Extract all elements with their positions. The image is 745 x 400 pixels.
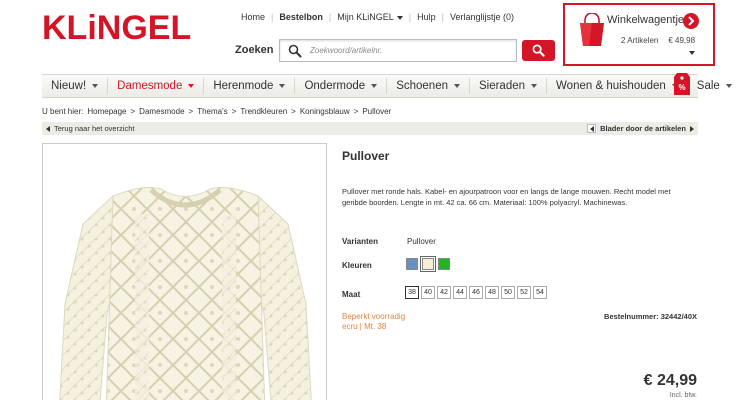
breadcrumb-separator: > — [231, 107, 237, 116]
shopping-cart-box[interactable]: Winkelwagentje 2 Artikelen € 49,98 — [563, 3, 715, 66]
size-option[interactable]: 52 — [517, 286, 531, 299]
nav-item-schoenen[interactable]: Schoenen — [387, 78, 470, 94]
link-home[interactable]: Home — [235, 12, 271, 22]
chevron-down-icon — [92, 84, 99, 88]
link-bestelbon[interactable]: Bestelbon — [273, 12, 329, 22]
shopping-bag-icon — [580, 13, 604, 46]
klingel-logo[interactable]: KLiNGEL — [42, 10, 191, 46]
chevron-right-icon — [688, 16, 695, 26]
browse-label: Blader door de artikelen — [600, 124, 686, 133]
top-links: Home | Bestelbon | Mijn KLiNGEL | Hulp |… — [235, 12, 520, 22]
nav-item-label: Nieuw! — [51, 80, 87, 92]
cart-go-button[interactable] — [683, 13, 699, 29]
breadcrumb-separator: > — [130, 107, 136, 116]
vat-note: Incl. btw. — [669, 392, 697, 399]
selected-variant: ecru | Mt. 38 — [342, 322, 387, 331]
breadcrumb-item[interactable]: Damesmode — [139, 107, 184, 116]
search-icon — [288, 44, 302, 58]
nav-item-label: Sale — [696, 80, 720, 92]
product-image-frame[interactable] — [42, 143, 327, 400]
nav-item-wonen-huishouden[interactable]: Wonen & huishouden — [547, 78, 688, 94]
product-description: Pullover met ronde hals. Kabel- en ajour… — [342, 187, 671, 207]
variants-label: Varianten — [342, 237, 379, 246]
cart-summary: 2 Artikelen € 49,98 — [621, 36, 705, 45]
search-box[interactable] — [279, 39, 517, 62]
search-label: Zoeken — [235, 44, 274, 56]
cart-total: € 49,98 — [668, 36, 696, 45]
breadcrumb-item[interactable]: Thema's — [197, 107, 227, 116]
size-option[interactable]: 48 — [485, 286, 499, 299]
nav-item-nieuw[interactable]: Nieuw! — [42, 78, 109, 94]
search-input[interactable] — [310, 43, 510, 58]
product-title: Pullover — [342, 149, 390, 163]
chevron-down-icon — [371, 84, 378, 88]
chevron-down-icon — [396, 15, 403, 20]
sale-tag-icon[interactable]: % — [674, 69, 690, 95]
size-option[interactable]: 42 — [437, 286, 451, 299]
breadcrumb-item[interactable]: Homepage — [87, 107, 126, 116]
chevron-down-icon[interactable] — [689, 51, 695, 55]
breadcrumb-separator: > — [353, 107, 359, 116]
search-icon — [532, 44, 545, 57]
breadcrumb-prefix: U bent hier: — [42, 107, 84, 116]
arrow-right-icon[interactable] — [690, 125, 694, 132]
breadcrumb-separator: > — [291, 107, 296, 116]
nav-item-label: Wonen & huishouden — [556, 80, 666, 92]
back-to-overview-link[interactable]: Terug naar het overzicht — [46, 124, 134, 133]
chevron-down-icon — [725, 84, 732, 88]
stock-status-text: Beperkt voorradig — [342, 312, 406, 321]
link-wishlist[interactable]: Verlanglijstje (0) — [444, 12, 520, 22]
nav-item-sieraden[interactable]: Sieraden — [470, 78, 548, 94]
chevron-down-icon — [531, 84, 538, 88]
chevron-down-icon — [188, 84, 195, 88]
nav-item-ondermode[interactable]: Ondermode — [295, 78, 388, 94]
size-option[interactable]: 44 — [453, 286, 467, 299]
product-price: € 24,99 — [643, 372, 697, 389]
product-image-pullover — [59, 187, 312, 400]
nav-item-label: Damesmode — [117, 80, 183, 92]
arrow-left-icon — [46, 125, 50, 132]
nav-item-damesmode[interactable]: Damesmode — [108, 78, 205, 94]
size-option[interactable]: 54 — [533, 286, 547, 299]
color-swatch-blue[interactable] — [406, 258, 418, 270]
size-option[interactable]: 40 — [421, 286, 435, 299]
cart-item-count: 2 Artikelen — [621, 36, 659, 45]
colors-label: Kleuren — [342, 261, 372, 270]
article-number: Bestelnummer: 32442/40X — [604, 312, 697, 321]
size-option[interactable]: 50 — [501, 286, 515, 299]
nav-item-sale[interactable]: Sale — [688, 78, 741, 94]
nav-item-herenmode[interactable]: Herenmode — [204, 78, 296, 94]
color-swatch-ecru[interactable] — [420, 256, 436, 272]
size-option[interactable]: 38 — [405, 286, 419, 299]
link-mijn-klingel-label: Mijn KLiNGEL — [337, 12, 394, 22]
breadcrumb-separator: > — [188, 107, 194, 116]
previous-article-icon[interactable] — [587, 124, 597, 133]
nav-item-label: Ondermode — [304, 80, 366, 92]
breadcrumb-item[interactable]: Koningsblauw — [300, 107, 350, 116]
size-label: Maat — [342, 290, 361, 299]
size-selector: 38 40 42 44 46 48 50 52 54 — [405, 286, 547, 299]
nav-item-label: Herenmode — [213, 80, 274, 92]
size-option[interactable]: 46 — [469, 286, 483, 299]
breadcrumb-item[interactable]: Trendkleuren — [240, 107, 287, 116]
stock-status: Beperkt voorradig ecru | Mt. 38 — [342, 312, 405, 332]
back-label: Terug naar het overzicht — [54, 124, 135, 133]
link-mijn-klingel[interactable]: Mijn KLiNGEL — [331, 12, 409, 22]
chevron-down-icon — [279, 84, 286, 88]
breadcrumb-current: Pullover — [362, 107, 392, 116]
link-hulp[interactable]: Hulp — [411, 12, 442, 22]
browse-articles-control[interactable]: Blader door de artikelen — [587, 124, 694, 133]
search-button[interactable] — [522, 40, 555, 61]
breadcrumb: U bent hier: Homepage > Damesmode > Them… — [42, 107, 395, 116]
nav-item-label: Schoenen — [396, 80, 448, 92]
color-swatch-green[interactable] — [438, 258, 450, 270]
chevron-down-icon — [453, 84, 460, 88]
svg-text:%: % — [678, 83, 685, 92]
cart-title: Winkelwagentje — [607, 14, 685, 26]
variants-value[interactable]: Pullover — [407, 237, 436, 246]
product-action-bar: Terug naar het overzicht Blader door de … — [42, 122, 698, 135]
nav-item-label: Sieraden — [478, 80, 526, 92]
main-navigation: Nieuw! Damesmode Herenmode Ondermode Sch… — [42, 73, 732, 98]
color-swatches — [406, 256, 450, 272]
